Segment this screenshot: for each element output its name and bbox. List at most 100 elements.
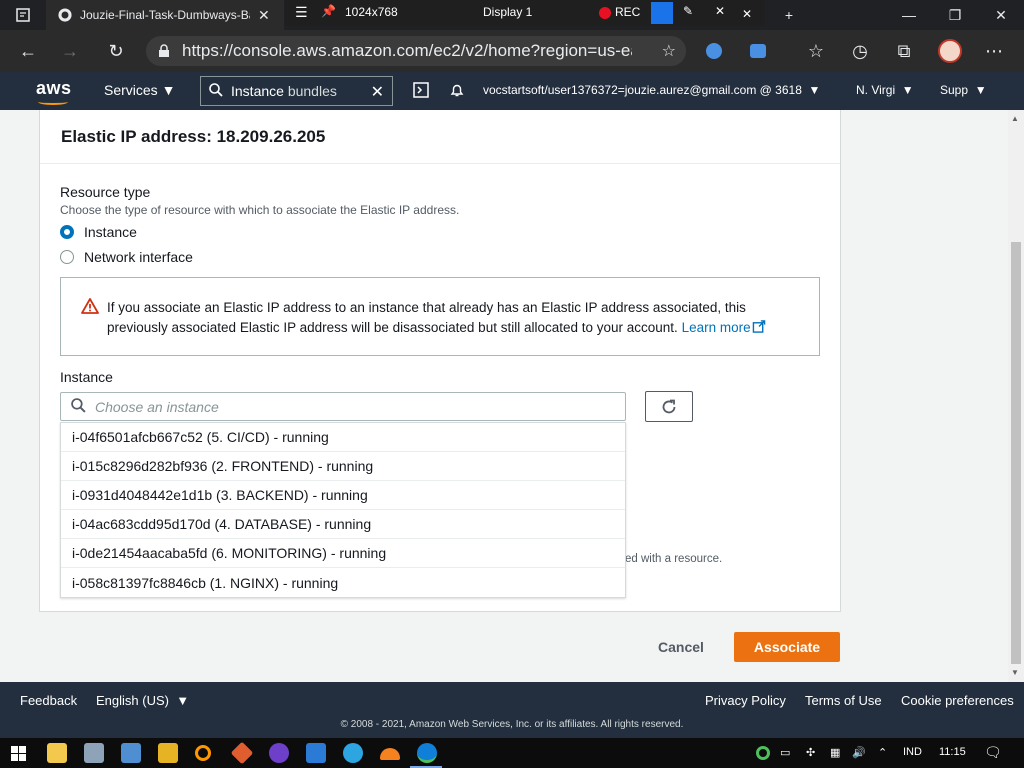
instance-option[interactable]: i-015c8296d282bf936 (2. FRONTEND) - runn… [61, 452, 625, 481]
tray-volume-icon[interactable]: 🔊 [852, 746, 866, 759]
external-link-icon [752, 320, 765, 333]
reload-icon[interactable]: ↻ [102, 38, 130, 64]
cloudflare-icon[interactable] [380, 748, 400, 760]
warning-alert: If you associate an Elastic IP address t… [60, 277, 820, 356]
cancel-button[interactable]: Cancel [646, 632, 716, 662]
app-icon-2[interactable] [121, 743, 141, 763]
resource-type-description: Choose the type of resource with which t… [60, 203, 460, 217]
aws-search-box[interactable]: Instance bundles ✕ [200, 76, 393, 106]
git-icon[interactable] [230, 741, 254, 765]
services-menu[interactable]: Services ▼ [104, 82, 175, 98]
favorites-icon[interactable]: ☆ [802, 38, 830, 64]
address-bar[interactable]: https://console.aws.amazon.com/ec2/v2/ho… [146, 36, 686, 66]
radio-instance-label[interactable]: Instance [84, 224, 137, 240]
back-icon[interactable]: ← [14, 38, 42, 64]
instance-option[interactable]: i-0de21454aacaba5fd (6. MONITORING) - ru… [61, 539, 625, 568]
collections-icon[interactable]: ⧉ [890, 38, 918, 64]
language-indicator[interactable]: IND [903, 746, 922, 758]
region-menu[interactable]: N. Virgi ▼ [856, 83, 914, 97]
recorder-rec[interactable]: REC [615, 5, 640, 19]
copyright-text: © 2008 - 2021, Amazon Web Services, Inc.… [340, 719, 684, 730]
history-icon[interactable]: ◷ [846, 38, 874, 64]
tray-app-icon[interactable]: ✣ [806, 746, 815, 759]
more-menu-icon[interactable]: ⋯ [980, 38, 1008, 64]
search-icon [209, 82, 223, 100]
screen-recorder-bar: ☰ 📌 1024x768 Display 1 REC ✎ ✕ ✕ [285, 0, 765, 26]
pin-icon[interactable]: 📌 [321, 4, 336, 18]
forward-icon[interactable]: → [56, 38, 84, 64]
windows-start-icon[interactable] [11, 746, 26, 761]
edge-icon[interactable] [417, 743, 437, 763]
search-icon [71, 398, 86, 416]
restore-icon[interactable]: ❐ [932, 0, 978, 30]
scrollbar-thumb[interactable] [1011, 242, 1021, 664]
clock[interactable]: 11:15 [939, 746, 966, 758]
app-icon-4[interactable] [195, 745, 211, 761]
radio-instance[interactable] [60, 225, 74, 239]
clear-search-icon[interactable]: ✕ [371, 82, 384, 102]
instance-option[interactable]: i-0931d4048442e1d1b (3. BACKEND) - runni… [61, 481, 625, 510]
warning-text: If you associate an Elastic IP address t… [107, 298, 807, 338]
instance-dropdown: i-04f6501afcb667c52 (5. CI/CD) - running… [60, 422, 626, 598]
cookie-preferences-link[interactable]: Cookie preferences [901, 693, 1014, 708]
menu-icon[interactable]: ☰ [295, 4, 308, 21]
minimize-icon[interactable]: — [886, 0, 932, 30]
record-dot-icon [599, 7, 611, 19]
aws-footer: Feedback English (US) ▼ Privacy Policy T… [0, 682, 1024, 738]
github-desktop-icon[interactable] [269, 743, 289, 763]
feedback-link[interactable]: Feedback [20, 693, 77, 708]
new-tab-icon[interactable]: + [766, 0, 812, 30]
extension-capture-icon[interactable] [744, 38, 772, 64]
aws-top-nav: aws Services ▼ Instance bundles ✕ vocsta… [0, 72, 1024, 110]
vscode-icon[interactable] [306, 743, 326, 763]
refresh-icon [662, 399, 676, 413]
window-close-icon[interactable]: ✕ [978, 0, 1024, 30]
radio-network-interface[interactable] [60, 250, 74, 264]
profile-avatar[interactable] [936, 38, 964, 64]
lock-icon[interactable] [158, 44, 170, 58]
bell-icon[interactable] [449, 82, 465, 102]
language-selector[interactable]: English (US) ▼ [96, 693, 189, 708]
card-header: Elastic IP address: 18.209.26.205 [40, 110, 840, 164]
app-icon-3[interactable] [158, 743, 178, 763]
resource-type-label: Resource type [60, 184, 151, 200]
tray-status-icon[interactable] [756, 746, 770, 760]
refresh-instances-button[interactable] [645, 391, 693, 422]
extension-search-icon[interactable] [700, 38, 728, 64]
app-icon-1[interactable] [84, 743, 104, 763]
browser-tab-active[interactable]: Jouzie-Final-Task-Dumbways-Bat ✕ [46, 0, 284, 30]
tab-close-icon[interactable]: ✕ [258, 7, 270, 24]
aws-search-input[interactable]: Instance bundles [231, 83, 361, 99]
cloudshell-icon[interactable] [413, 82, 429, 102]
associate-button[interactable]: Associate [734, 632, 840, 662]
tray-battery-icon[interactable]: ▭ [780, 746, 790, 759]
pen-icon[interactable]: ✎ [683, 4, 693, 18]
browser-tab-strip: Jouzie-Final-Task-Dumbways-Bat ✕ ☰ 📌 102… [0, 0, 1024, 30]
instance-search-input[interactable]: Choose an instance [60, 392, 626, 421]
tab-close-icon-2[interactable]: ✕ [742, 7, 752, 21]
scroll-up-icon[interactable]: ▲ [1011, 114, 1019, 123]
terms-of-use-link[interactable]: Terms of Use [805, 693, 882, 708]
instance-option[interactable]: i-058c81397fc8846cb (1. NGINX) - running [61, 568, 625, 597]
account-menu[interactable]: vocstartsoft/user1376372=jouzie.aurez@gm… [483, 83, 820, 97]
tray-chevron-icon[interactable]: ⌃ [878, 746, 887, 759]
favorite-add-icon[interactable]: ☆ [662, 41, 676, 61]
recorder-close-icon[interactable]: ✕ [715, 4, 725, 18]
instance-option[interactable]: i-04f6501afcb667c52 (5. CI/CD) - running [61, 423, 625, 452]
card-title: Elastic IP address: 18.209.26.205 [61, 127, 326, 146]
telegram-icon[interactable] [343, 743, 363, 763]
camera-icon[interactable] [651, 2, 673, 24]
tab-actions-icon[interactable] [8, 0, 38, 30]
file-explorer-icon[interactable] [47, 743, 67, 763]
tray-network-icon[interactable]: ▦ [830, 746, 840, 759]
aws-logo[interactable]: aws [36, 78, 72, 105]
page-scrollbar[interactable]: ▲ ▼ [1008, 110, 1024, 682]
privacy-policy-link[interactable]: Privacy Policy [705, 693, 786, 708]
radio-network-interface-label[interactable]: Network interface [84, 249, 193, 265]
scroll-down-icon[interactable]: ▼ [1011, 668, 1019, 677]
support-menu[interactable]: Supp ▼ [940, 83, 987, 97]
instance-option[interactable]: i-04ac683cdd95d170d (4. DATABASE) - runn… [61, 510, 625, 539]
learn-more-link[interactable]: Learn more [682, 320, 766, 335]
notification-icon[interactable]: 🗨 [984, 744, 1002, 761]
recorder-display[interactable]: Display 1 [483, 5, 532, 19]
